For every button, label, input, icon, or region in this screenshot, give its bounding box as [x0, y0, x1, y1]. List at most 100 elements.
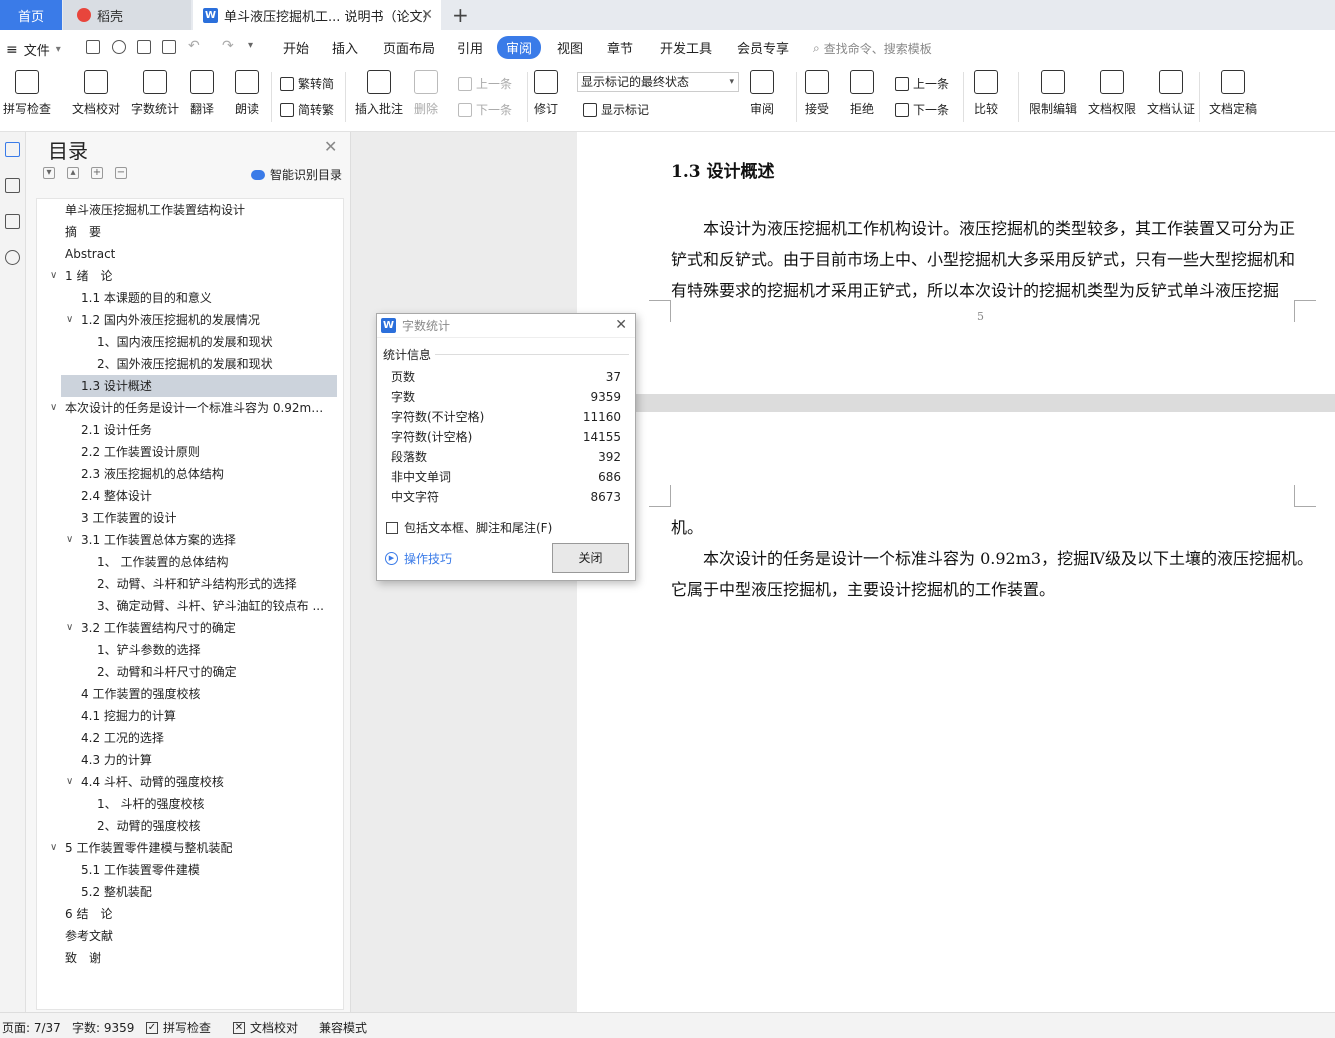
toc-item[interactable]: 6 结 论: [37, 903, 337, 925]
toc-item[interactable]: 2、动臂的强度校核: [37, 815, 337, 837]
chevron-down-icon[interactable]: ∨: [66, 309, 73, 331]
chevron-down-icon[interactable]: ∨: [66, 771, 73, 793]
toc-item[interactable]: 2、国外液压挖掘机的发展和现状: [37, 353, 337, 375]
print-preview-icon[interactable]: [162, 40, 176, 54]
doc-permissions-button[interactable]: 文档权限: [1088, 70, 1136, 117]
add-item-icon[interactable]: +: [91, 167, 103, 179]
translate-button[interactable]: 翻译: [190, 70, 214, 117]
command-search[interactable]: ⌕ 查找命令、搜索模板: [813, 40, 932, 57]
toc-item[interactable]: 1.1 本课题的目的和意义: [37, 287, 337, 309]
restrict-editing-button[interactable]: 限制编辑: [1029, 70, 1077, 117]
trad-to-simp-button[interactable]: 繁转简: [280, 75, 334, 92]
toc-item[interactable]: 单斗液压挖掘机工作装置结构设计: [37, 199, 337, 221]
collapse-all-icon[interactable]: ▾: [43, 167, 55, 179]
toc-item[interactable]: 4.2 工况的选择: [37, 727, 337, 749]
delete-comment-button[interactable]: 删除: [414, 70, 438, 117]
toc-item[interactable]: 3 工作装置的设计: [37, 507, 337, 529]
toc-item[interactable]: 2.2 工作装置设计原则: [37, 441, 337, 463]
toc-item[interactable]: 2.3 液压挖掘机的总体结构: [37, 463, 337, 485]
spell-check-button[interactable]: 拼写检查: [3, 70, 51, 117]
document-page[interactable]: [577, 412, 1335, 1012]
toc-item[interactable]: 参考文献: [37, 925, 337, 947]
toc-item[interactable]: 2.4 整体设计: [37, 485, 337, 507]
read-aloud-button[interactable]: 朗读: [235, 70, 259, 117]
toc-item[interactable]: 5.2 整机装配: [37, 881, 337, 903]
menu-start[interactable]: 开始: [283, 38, 309, 57]
print-icon[interactable]: [137, 40, 151, 54]
dialog-title-bar[interactable]: W 字数统计: [377, 314, 635, 338]
word-count-indicator[interactable]: 字数: 9359: [72, 1019, 134, 1036]
close-icon[interactable]: ✕: [615, 317, 627, 333]
quick-access-dropdown-icon[interactable]: ▾: [248, 40, 253, 51]
toc-item[interactable]: 4 工作装置的强度校核: [37, 683, 337, 705]
page-indicator[interactable]: 页面: 7/37: [2, 1019, 61, 1036]
toc-item[interactable]: 1、 工作装置的总体结构: [37, 551, 337, 573]
expand-up-icon[interactable]: ▴: [67, 167, 79, 179]
close-icon[interactable]: ✕: [324, 137, 337, 156]
close-tab-icon[interactable]: ✕: [421, 7, 433, 23]
chevron-down-icon[interactable]: ∨: [66, 617, 73, 639]
accept-button[interactable]: 接受: [805, 70, 829, 117]
insert-comment-button[interactable]: 插入批注: [355, 70, 403, 117]
review-pane-button[interactable]: 审阅: [750, 70, 774, 117]
toc-item[interactable]: 1.3 设计概述: [61, 375, 337, 397]
menu-chapter[interactable]: 章节: [607, 38, 633, 57]
finalize-button[interactable]: 文档定稿: [1209, 70, 1257, 117]
toc-item[interactable]: 1、铲斗参数的选择: [37, 639, 337, 661]
toc-item[interactable]: ∨ 4.4 斗杆、动臂的强度校核: [37, 771, 337, 793]
remove-item-icon[interactable]: −: [115, 167, 127, 179]
reject-button[interactable]: 拒绝: [850, 70, 874, 117]
toc-item[interactable]: ∨ 3.1 工作装置总体方案的选择: [37, 529, 337, 551]
compare-button[interactable]: 比较: [974, 70, 998, 117]
toc-item[interactable]: ∨ 1 绪 论: [37, 265, 337, 287]
chevron-down-icon[interactable]: ∨: [66, 529, 73, 551]
toc-item[interactable]: 2、动臂、斗杆和铲斗结构形式的选择: [37, 573, 337, 595]
menu-insert[interactable]: 插入: [332, 38, 358, 57]
toc-item[interactable]: ∨ 5 工作装置零件建模与整机装配: [37, 837, 337, 859]
toc-item[interactable]: ∨ 本次设计的任务是设计一个标准斗容为 0.92m3 ...: [37, 397, 337, 419]
proof-status[interactable]: ✕ 文档校对: [233, 1019, 298, 1036]
toc-item[interactable]: 摘 要: [37, 221, 337, 243]
toc-item[interactable]: ∨ 1.2 国内外液压挖掘机的发展情况: [37, 309, 337, 331]
menu-member[interactable]: 会员专享: [737, 38, 789, 57]
menu-developer[interactable]: 开发工具: [660, 38, 712, 57]
export-icon[interactable]: [112, 40, 126, 54]
menu-review[interactable]: 审阅: [497, 36, 542, 59]
tab-document[interactable]: W 单斗液压挖掘机工... 说明书（论文） ✕: [193, 0, 441, 30]
menu-references[interactable]: 引用: [457, 38, 483, 57]
bookmark-icon[interactable]: [5, 214, 20, 229]
prev-change-button[interactable]: 上一条: [895, 75, 949, 92]
toc-item[interactable]: 4.3 力的计算: [37, 749, 337, 771]
simp-to-trad-button[interactable]: 简转繁: [280, 101, 334, 118]
show-markup-button[interactable]: 显示标记: [583, 101, 649, 118]
doc-proof-button[interactable]: 文档校对: [72, 70, 120, 117]
chevron-down-icon[interactable]: ∨: [50, 837, 57, 859]
search-icon[interactable]: [5, 250, 20, 265]
menu-page-layout[interactable]: 页面布局: [383, 38, 435, 57]
undo-icon[interactable]: ↶: [188, 38, 200, 54]
toc-item[interactable]: 1、 斗杆的强度校核: [37, 793, 337, 815]
toc-item[interactable]: 1、国内液压挖掘机的发展和现状: [37, 331, 337, 353]
word-count-button[interactable]: 字数统计: [131, 70, 179, 117]
smart-toc-button[interactable]: 智能识别目录: [251, 166, 342, 183]
toc-item[interactable]: 2.1 设计任务: [37, 419, 337, 441]
navigation-icon[interactable]: [5, 178, 20, 193]
revise-button[interactable]: 修订: [534, 70, 558, 117]
next-comment-button[interactable]: 下一条: [458, 101, 512, 118]
menu-view[interactable]: 视图: [557, 38, 583, 57]
file-menu[interactable]: ≡ 文件 ▾: [6, 40, 61, 60]
toc-item[interactable]: 致 谢: [37, 947, 337, 969]
save-icon[interactable]: [86, 40, 100, 54]
toc-icon[interactable]: [5, 142, 20, 157]
include-textbox-checkbox[interactable]: 包括文本框、脚注和尾注(F): [386, 519, 552, 536]
toc-item[interactable]: ∨ 3.2 工作装置结构尺寸的确定: [37, 617, 337, 639]
tips-link[interactable]: ▶ 操作技巧: [385, 550, 452, 567]
toc-item[interactable]: 2、动臂和斗杆尺寸的确定: [37, 661, 337, 683]
next-change-button[interactable]: 下一条: [895, 101, 949, 118]
toc-item[interactable]: Abstract: [37, 243, 337, 265]
redo-icon[interactable]: ↷: [222, 38, 234, 54]
close-button[interactable]: 关闭: [552, 543, 629, 573]
doc-auth-button[interactable]: 文档认证: [1147, 70, 1195, 117]
toc-item[interactable]: 3、确定动臂、斗杆、铲斗油缸的铰点布 ...: [37, 595, 337, 617]
tab-daoke[interactable]: 稻壳: [63, 0, 191, 30]
